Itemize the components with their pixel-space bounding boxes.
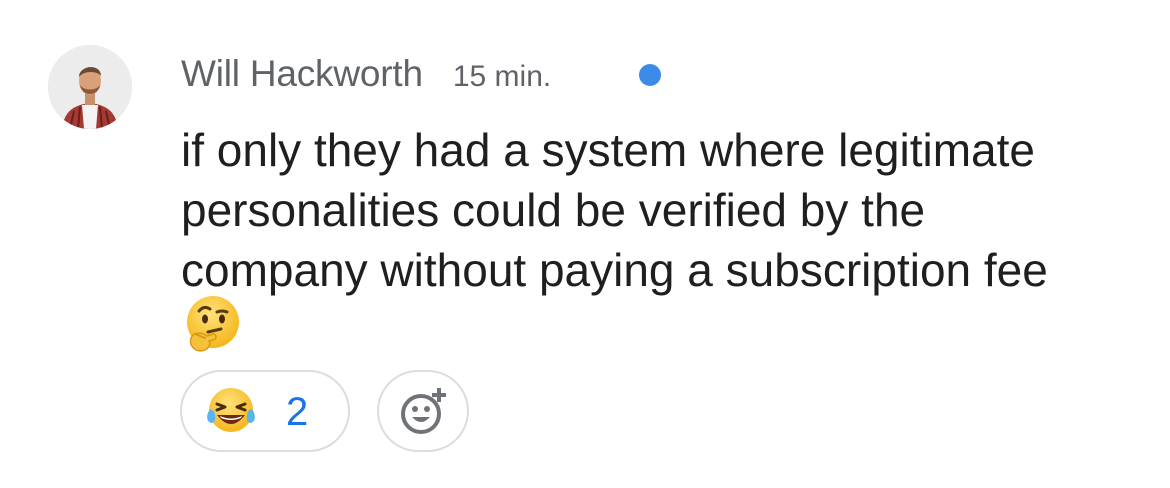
face-with-tears-of-joy-icon [204,385,258,439]
reaction-count: 2 [286,390,309,434]
thinking-face-icon [183,294,243,354]
add-reaction-button[interactable] [377,370,469,452]
unread-indicator-dot [639,64,661,86]
avatar[interactable] [48,45,132,129]
comment-text-line: company without paying a subscription fe… [181,244,1048,296]
add-reaction-icon [401,388,446,434]
author-name[interactable]: Will Hackworth [181,53,423,95]
timestamp: 15 min. [452,60,552,93]
comment-text: if only they had a system where legitima… [181,120,1141,300]
comment: Will Hackworth 15 min. if only they had … [0,0,1170,488]
comment-header: Will Hackworth 15 min. [181,53,551,103]
comment-text-line: if only they had a system where legitima… [181,124,1035,176]
avatar-photo [48,45,132,129]
comment-text-line: personalities could be verified by the [181,184,926,236]
reaction-chip[interactable]: 2 [180,370,350,452]
